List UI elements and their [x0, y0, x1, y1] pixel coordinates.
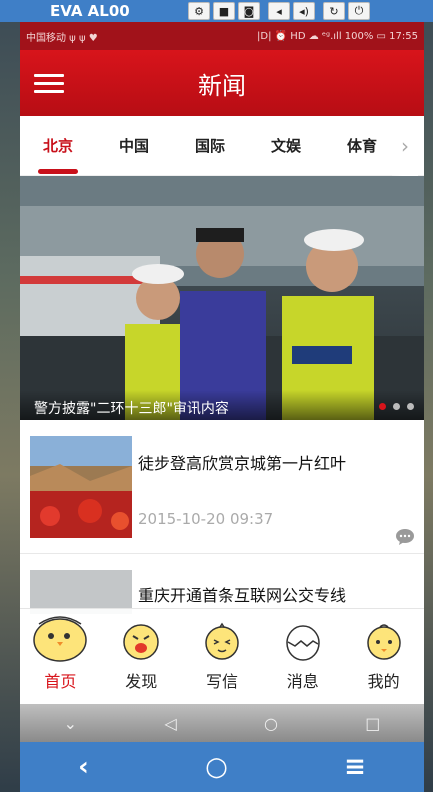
tab-entertainment[interactable]: 文娱	[248, 116, 324, 176]
recents-square-icon[interactable]: □	[365, 714, 380, 733]
tab-china[interactable]: 中国	[96, 116, 172, 176]
nav-messages[interactable]: 消息	[262, 609, 343, 704]
chick-me-icon	[366, 624, 401, 660]
volume-up-icon[interactable]: ◂)	[293, 2, 315, 20]
bottom-tab-bar: 首页 发现 写信 消息 我的	[20, 608, 424, 704]
status-carrier: 中国移动 ψ ψ ♥	[26, 32, 98, 44]
banner-image	[20, 176, 424, 420]
page-title: 新闻	[198, 71, 246, 100]
tab-sports[interactable]: 体育	[324, 116, 400, 176]
news-time: 2015-10-20 09:37	[138, 510, 274, 528]
back-triangle-icon[interactable]: ◁	[164, 714, 176, 733]
nav-home[interactable]: 首页	[20, 609, 101, 704]
emulator-nav: ‹ ○ ≡	[20, 742, 424, 792]
android-nav-bar: ⌄ ◁ ○ □	[20, 704, 424, 742]
category-tabs: 北京 中国 国际 文娱 体育 ›	[20, 116, 424, 176]
banner-caption: 警方披露"二环十三郎"审讯内容	[20, 390, 424, 420]
rotate-icon[interactable]: ↻	[323, 2, 345, 20]
news-thumbnail	[30, 436, 132, 538]
emulator-toolbar: EVA AL00 ⚙ ■ ◙ ◂ ◂) ↻ ⏻	[0, 0, 433, 22]
nav-label: 消息	[286, 672, 319, 691]
nav-me[interactable]: 我的	[343, 609, 424, 704]
nav-label: 首页	[44, 672, 77, 691]
carousel-dot	[393, 403, 400, 410]
nav-label: 我的	[367, 672, 400, 691]
chevron-right-icon[interactable]: ›	[392, 116, 418, 176]
comment-icon[interactable]	[396, 529, 414, 545]
volume-down-icon[interactable]: ◂	[268, 2, 290, 20]
carousel-dot	[407, 403, 414, 410]
news-title: 徒步登高欣赏京城第一片红叶	[138, 454, 347, 473]
chick-write-icon	[205, 622, 239, 660]
device-name: EVA AL00	[50, 2, 130, 20]
status-indicators: |D| ⏰ HD ☁ ᵉᵍ.ıll 100% ▭ 17:55	[257, 30, 418, 42]
nav-discover[interactable]: 发现	[101, 609, 182, 704]
home-icon[interactable]: ○	[205, 752, 228, 782]
news-list-item[interactable]: 重庆开通首条互联网公交专线	[20, 554, 424, 614]
egg-message-icon	[286, 625, 320, 661]
nav-write[interactable]: 写信	[182, 609, 263, 704]
tab-international[interactable]: 国际	[172, 116, 248, 176]
phone-screen: 中国移动 ψ ψ ♥ |D| ⏰ HD ☁ ᵉᵍ.ıll 100% ▭ 17:5…	[20, 22, 424, 742]
gear-icon[interactable]: ⚙	[188, 2, 210, 20]
carousel-indicator	[379, 403, 414, 410]
menu-icon[interactable]	[34, 69, 64, 98]
power-icon[interactable]: ⏻	[348, 2, 370, 20]
home-circle-icon[interactable]: ○	[264, 714, 278, 733]
video-icon[interactable]: ■	[213, 2, 235, 20]
menu-icon[interactable]: ≡	[344, 752, 366, 782]
chick-home-icon	[33, 616, 88, 662]
app-header: 新闻	[20, 50, 424, 116]
tab-beijing[interactable]: 北京	[20, 116, 96, 176]
banner-carousel[interactable]: 警方披露"二环十三郎"审讯内容	[20, 176, 424, 420]
status-bar: 中国移动 ψ ψ ♥ |D| ⏰ HD ☁ ᵉᵍ.ıll 100% ▭ 17:5…	[20, 22, 424, 50]
chick-discover-icon	[123, 624, 159, 660]
carousel-dot	[379, 403, 386, 410]
nav-label: 发现	[125, 672, 158, 691]
chevron-down-icon[interactable]: ⌄	[64, 714, 77, 733]
news-list-item[interactable]: 徒步登高欣赏京城第一片红叶 2015-10-20 09:37	[20, 420, 424, 554]
nav-label: 写信	[205, 672, 238, 691]
camera-icon[interactable]: ◙	[238, 2, 260, 20]
back-icon[interactable]: ‹	[78, 752, 89, 782]
